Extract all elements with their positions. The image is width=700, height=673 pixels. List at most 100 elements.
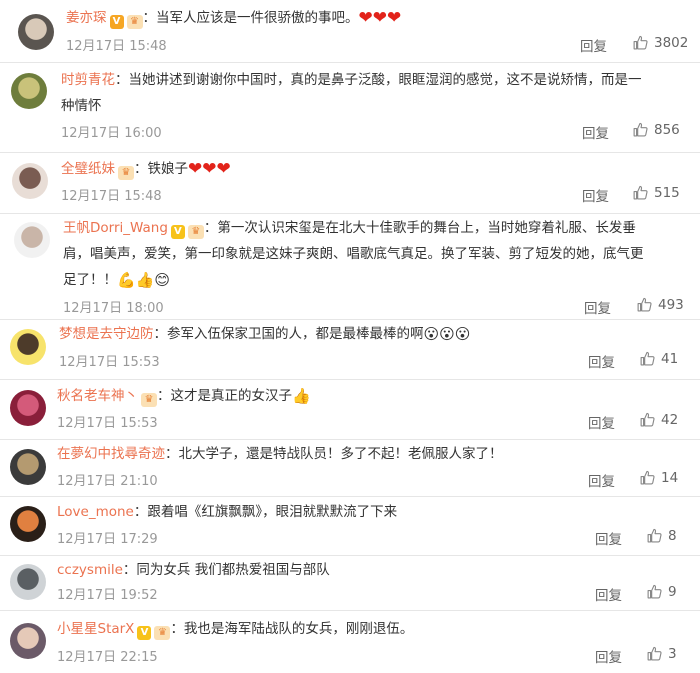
- comment-line: 全璧纸妹 ♛ ：铁娘子❤❤❤: [61, 157, 231, 181]
- like-count: 8: [668, 528, 677, 544]
- thumbs-up-emoji-icon: 👍: [135, 271, 155, 289]
- reply-button[interactable]: 回复: [582, 122, 609, 142]
- like-count: 856: [654, 122, 680, 138]
- username-link[interactable]: 梦想是去守边防: [59, 326, 154, 342]
- like-count: 3: [668, 646, 677, 662]
- comment-timestamp: 12月17日 22:15: [57, 650, 158, 665]
- avatar[interactable]: [10, 449, 46, 485]
- reply-button[interactable]: 回复: [588, 412, 615, 432]
- like-count: 3802: [654, 35, 689, 51]
- username-link[interactable]: 在夢幻中找尋奇迹: [57, 446, 165, 462]
- like-count: 515: [654, 185, 680, 201]
- reply-button[interactable]: 回复: [582, 185, 609, 205]
- comment-text-continued: 肩，唱美声，爱笑，第一印象就是这妹子爽朗、唱歌底气真足。换了军装、剪了短发的她，…: [63, 246, 644, 262]
- reply-button[interactable]: 回复: [595, 528, 622, 548]
- like-count: 9: [668, 584, 677, 600]
- fan-badge-icon: ♛: [118, 166, 134, 180]
- comment-line: 秋名老车神丶 ♛ ：这才是真正的女汉子👍: [57, 384, 311, 408]
- like-button[interactable]: 493: [637, 297, 684, 313]
- vip-badge-icon: V: [109, 15, 124, 29]
- like-button[interactable]: 42: [640, 412, 678, 428]
- heart-emoji-icon: ❤: [216, 159, 231, 179]
- reply-button[interactable]: 回复: [588, 470, 615, 490]
- heart-emoji-icon: ❤: [372, 8, 387, 28]
- vip-badge-icon: V: [170, 225, 185, 239]
- like-button[interactable]: 856: [633, 122, 680, 138]
- divider: [0, 439, 700, 440]
- heart-emoji-icon: ❤: [358, 8, 373, 28]
- comment-text-line-2: 肩，唱美声，爱笑，第一印象就是这妹子爽朗、唱歌底气真足。换了军装、剪了短发的她，…: [63, 242, 644, 266]
- avatar[interactable]: [18, 14, 54, 50]
- reply-button[interactable]: 回复: [595, 584, 622, 604]
- fan-badge-icon: ♛: [141, 393, 157, 407]
- comment-text: ：参军入伍保家卫国的人，都是最棒最棒的啊: [153, 326, 424, 342]
- muscle-emoji-icon: 💪: [117, 271, 136, 289]
- avatar[interactable]: [10, 623, 46, 659]
- comment-timestamp: 12月17日 15:53: [59, 355, 160, 370]
- avatar[interactable]: [14, 222, 50, 258]
- comment-line: 梦想是去守边防：参军入伍保家卫国的人，都是最棒最棒的啊😮😮😮: [59, 322, 470, 346]
- username-link[interactable]: 小星星StarX: [57, 621, 134, 637]
- doraemon-face-emoji-icon: 😮: [439, 325, 455, 343]
- comment-text: ：我也是海军陆战队的女兵，刚刚退伍。: [170, 621, 414, 637]
- reply-button[interactable]: 回复: [588, 351, 615, 371]
- divider: [0, 610, 700, 611]
- comment-text: ：这才是真正的女汉子: [157, 388, 292, 404]
- comment-timestamp: 12月17日 17:29: [57, 532, 158, 547]
- comment-line: 姜亦琛 V ♛ ：当军人应该是一件很骄傲的事吧。❤❤❤: [66, 6, 401, 30]
- comment-timestamp: 12月17日 18:00: [63, 301, 164, 316]
- comment-timestamp: 12月17日 16:00: [61, 126, 162, 141]
- comment-timestamp: 12月17日 19:52: [57, 588, 158, 603]
- comment-text: ：第一次认识宋玺是在北大十佳歌手的舞台上，当时她穿着礼服、长发垂: [203, 220, 636, 236]
- thumbs-up-emoji-icon: 👍: [292, 387, 311, 405]
- username-link[interactable]: 全璧纸妹: [61, 161, 115, 177]
- comment-text-line-2: 种情怀: [61, 94, 102, 118]
- comment-text-continued: 足了！！: [63, 272, 117, 288]
- comment-text: ：当她讲述到谢谢你中国时，真的是鼻子泛酸，眼眶湿润的感觉，这不是说矫情，而是一: [115, 72, 642, 88]
- thumbs-up-icon: [647, 528, 662, 543]
- divider: [0, 555, 700, 556]
- avatar[interactable]: [10, 390, 46, 426]
- avatar[interactable]: [10, 506, 46, 542]
- like-count: 42: [661, 412, 679, 428]
- like-count: 41: [661, 351, 679, 367]
- comment-text: ：当军人应该是一件很骄傲的事吧。: [142, 10, 359, 26]
- username-link[interactable]: 时剪青花: [61, 72, 115, 88]
- like-button[interactable]: 3802: [633, 35, 688, 51]
- username-link[interactable]: 王帆Dorri_Wang: [63, 220, 168, 236]
- like-button[interactable]: 8: [647, 528, 677, 544]
- like-button[interactable]: 14: [640, 470, 678, 486]
- like-button[interactable]: 515: [633, 185, 680, 201]
- thumbs-up-icon: [633, 185, 648, 200]
- avatar[interactable]: [10, 564, 46, 600]
- username-link[interactable]: 秋名老车神丶: [57, 388, 138, 404]
- like-button[interactable]: 41: [640, 351, 678, 367]
- like-count: 493: [658, 297, 684, 313]
- reply-button[interactable]: 回复: [580, 35, 607, 55]
- comment-line: 在夢幻中找尋奇迹：北大学子，還是特战队员！多了不起！老佩服人家了！: [57, 442, 503, 466]
- divider: [0, 152, 700, 153]
- avatar[interactable]: [11, 73, 47, 109]
- username-link[interactable]: cczysmile: [57, 562, 123, 578]
- fan-badge-icon: ♛: [154, 626, 171, 640]
- comment-line: Love_mone：跟着唱《红旗飘飘》，眼泪就默默流了下来: [57, 500, 397, 524]
- thumbs-up-icon: [640, 412, 655, 427]
- like-button[interactable]: 3: [647, 646, 677, 662]
- avatar[interactable]: [10, 329, 46, 365]
- comment-line: 时剪青花：当她讲述到谢谢你中国时，真的是鼻子泛酸，眼眶湿润的感觉，这不是说矫情，…: [61, 68, 642, 92]
- comment-line: cczysmile：同为女兵 我们都热爱祖国与部队: [57, 558, 330, 582]
- comment-text: ：北大学子，還是特战队员！多了不起！老佩服人家了！: [165, 446, 503, 462]
- like-button[interactable]: 9: [647, 584, 677, 600]
- comment-text-line-3: 足了！！💪👍😊: [63, 268, 170, 292]
- comment-text: ：跟着唱《红旗飘飘》，眼泪就默默流了下来: [133, 504, 398, 520]
- fan-badge-icon: ♛: [187, 225, 204, 239]
- comment-text-continued: 种情怀: [61, 98, 102, 114]
- avatar[interactable]: [12, 163, 48, 199]
- username-link[interactable]: 姜亦琛: [66, 10, 107, 26]
- comment-timestamp: 12月17日 15:53: [57, 416, 158, 431]
- reply-button[interactable]: 回复: [584, 297, 611, 317]
- reply-button[interactable]: 回复: [595, 646, 622, 666]
- thumbs-up-icon: [640, 470, 655, 485]
- comment-timestamp: 12月17日 15:48: [66, 39, 167, 54]
- username-link[interactable]: Love_mone: [57, 504, 134, 520]
